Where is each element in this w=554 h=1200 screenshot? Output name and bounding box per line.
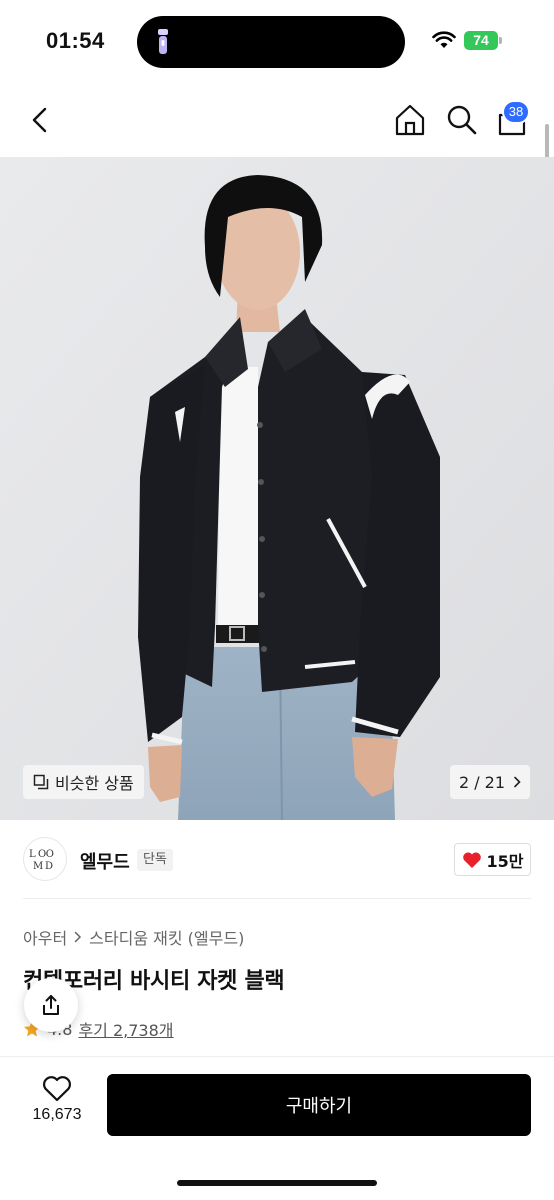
wifi-icon	[432, 31, 456, 48]
heart-outline-icon	[43, 1076, 71, 1102]
status-bar: 01:54 74	[0, 0, 554, 84]
brand-name[interactable]: 엘무드	[80, 848, 130, 874]
chevron-right-icon	[514, 776, 521, 788]
share-button[interactable]	[24, 978, 78, 1032]
brand-like-button[interactable]: 15만	[454, 843, 531, 876]
buy-button[interactable]: 구매하기	[107, 1074, 531, 1136]
cart-count-badge: 38	[502, 100, 530, 124]
svg-text:L: L	[29, 849, 36, 860]
share-icon	[43, 995, 59, 1015]
brand-row: L OO M D 엘무드 단독 15만	[0, 832, 554, 892]
top-navigation	[0, 88, 554, 154]
exclusive-badge: 단독	[137, 849, 173, 871]
breadcrumb: 아우터 스타디움 재킷 (엘무드)	[23, 925, 244, 949]
search-icon[interactable]	[444, 102, 480, 138]
svg-text:OO: OO	[38, 849, 54, 860]
review-count-link[interactable]: 후기 2,738개	[78, 1017, 173, 1041]
battery-tip	[499, 37, 502, 44]
similar-products-label: 비슷한 상품	[55, 774, 134, 793]
wishlist-count: 16,673	[32, 1106, 82, 1123]
breadcrumb-parent[interactable]: 아우터	[23, 925, 67, 949]
svg-text:D: D	[45, 861, 53, 872]
image-page-indicator[interactable]: 2 / 21	[450, 765, 530, 799]
chevron-right-icon	[74, 931, 82, 943]
breadcrumb-child[interactable]: 스타디움 재킷 (엘무드)	[89, 925, 244, 949]
product-photo	[0, 157, 554, 820]
brand-logo[interactable]: L OO M D	[23, 837, 67, 881]
brand-like-count: 15만	[486, 851, 524, 871]
battery-level: 74	[464, 31, 498, 50]
purchase-bar: 16,673 구매하기	[0, 1056, 554, 1200]
image-page-count: 2 / 21	[458, 772, 506, 792]
similar-products-button[interactable]: 비슷한 상품	[23, 765, 144, 799]
status-time: 01:54	[46, 28, 105, 53]
home-indicator	[177, 1180, 377, 1186]
heart-icon	[462, 851, 481, 868]
dynamic-island	[137, 16, 405, 68]
similar-products-icon	[33, 774, 49, 790]
flashlight-icon	[158, 29, 168, 54]
wishlist-button[interactable]: 16,673	[22, 1075, 92, 1135]
product-image-gallery[interactable]: 비슷한 상품 2 / 21	[0, 157, 554, 820]
svg-text:M: M	[33, 861, 43, 872]
home-icon[interactable]	[392, 102, 428, 138]
back-arrow-icon[interactable]	[22, 102, 58, 138]
brand-logo-mark: L OO M D	[29, 849, 54, 872]
divider	[23, 898, 531, 899]
